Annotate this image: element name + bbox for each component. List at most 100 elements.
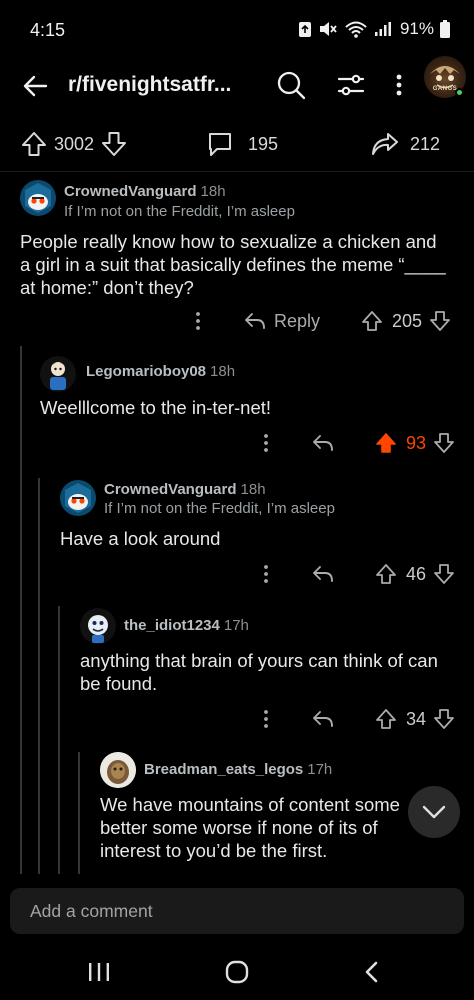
comment-count: 195 xyxy=(248,133,279,154)
system-navigation-bar xyxy=(0,944,474,1000)
wifi-icon xyxy=(344,20,368,38)
comment-line: Have a look around xyxy=(60,528,221,549)
upvote-icon[interactable] xyxy=(374,562,398,586)
username-text[interactable]: Breadman_eats_legos xyxy=(144,761,303,778)
battery-percent: 91% xyxy=(399,19,434,38)
comment-body: Have a look around xyxy=(60,527,460,550)
comment-age: 18h xyxy=(200,183,226,200)
recent-apps-button[interactable] xyxy=(84,960,114,984)
post-score: 3002 xyxy=(54,133,95,154)
reply-icon[interactable] xyxy=(312,564,334,584)
downvote-icon[interactable] xyxy=(100,130,128,158)
comment-body: Weelllcome to the in-ter-net! xyxy=(40,396,460,419)
back-button[interactable] xyxy=(18,68,54,104)
comment-line: People really know how to sexualize a ch… xyxy=(20,231,437,252)
comment-body: We have mountains of content some better… xyxy=(100,793,430,862)
more-vertical-icon[interactable] xyxy=(254,561,278,587)
upvote-icon-active[interactable] xyxy=(374,431,398,455)
back-nav-button[interactable] xyxy=(360,958,384,986)
upvote-icon[interactable] xyxy=(20,130,48,158)
comment-line: Weelllcome to the in-ter-net! xyxy=(40,397,272,418)
comment-username[interactable]: CrownedVanguard 18h xyxy=(64,183,226,200)
comment-line: interest to you’d be the first. xyxy=(100,840,328,861)
reply-icon[interactable] xyxy=(312,433,334,453)
comment-actions: 93 xyxy=(254,430,456,456)
avatar[interactable] xyxy=(40,356,76,392)
avatar[interactable] xyxy=(80,608,116,644)
comment-line: We have mountains of content some xyxy=(100,794,400,815)
reply-button[interactable]: Reply xyxy=(244,311,320,332)
comment-line: at home:” don’t they? xyxy=(20,277,194,298)
thread-line[interactable] xyxy=(58,606,60,886)
username-text[interactable]: Legomarioboy08 xyxy=(86,363,206,380)
status-time: 4:15 xyxy=(30,20,66,40)
downvote-icon[interactable] xyxy=(432,562,456,586)
reply-icon xyxy=(245,313,265,329)
more-vertical-icon[interactable] xyxy=(186,308,210,334)
comment-score: 34 xyxy=(406,708,427,729)
comment-line: a girl in a suit that basically defines … xyxy=(20,254,446,275)
thread-line[interactable] xyxy=(20,346,22,886)
comment-username[interactable]: Legomarioboy08 18h xyxy=(86,363,235,380)
username-text[interactable]: CrownedVanguard xyxy=(64,183,197,200)
arrow-left-icon xyxy=(23,75,48,97)
user-flair: If I’m not on the Freddit, I’m asleep xyxy=(64,203,295,220)
status-icons: 91% xyxy=(298,19,450,39)
share-button[interactable]: 212 xyxy=(370,130,440,158)
comment-actions: 34 xyxy=(254,706,456,732)
mute-icon xyxy=(318,20,338,38)
sort-filter-button[interactable] xyxy=(334,68,368,102)
comment-line: anything that brain of yours can think o… xyxy=(80,650,438,671)
reply-label: Reply xyxy=(274,310,321,331)
comment-actions: 46 xyxy=(254,561,456,587)
scroll-down-button[interactable] xyxy=(408,786,460,838)
signal-icon xyxy=(374,21,392,37)
battery-icon xyxy=(440,20,450,38)
comment-body: anything that brain of yours can think o… xyxy=(80,649,465,695)
avatar[interactable] xyxy=(20,180,56,216)
search-icon xyxy=(277,71,306,100)
thread-line[interactable] xyxy=(78,752,80,886)
comment-username[interactable]: CrownedVanguard 18h xyxy=(104,481,266,498)
reply-icon[interactable] xyxy=(312,709,334,729)
more-vertical-icon[interactable] xyxy=(254,430,278,456)
avatar[interactable] xyxy=(100,752,136,788)
comment-line: better some worse if none of its of xyxy=(100,817,378,838)
username-text[interactable]: CrownedVanguard xyxy=(104,481,237,498)
downvote-icon[interactable] xyxy=(432,707,456,731)
more-vertical-icon xyxy=(396,74,402,96)
upvote-icon[interactable] xyxy=(360,309,384,333)
avatar[interactable] xyxy=(60,480,96,516)
username-text[interactable]: the_idiot1234 xyxy=(124,617,220,634)
online-status-dot xyxy=(455,88,464,97)
comment-bubble-icon xyxy=(209,133,231,156)
more-vertical-icon[interactable] xyxy=(254,706,278,732)
comment-username[interactable]: the_idiot1234 17h xyxy=(124,617,249,634)
post-vote-group: 3002 xyxy=(20,130,128,158)
user-flair: If I’m not on the Freddit, I’m asleep xyxy=(104,500,335,517)
thread-line[interactable] xyxy=(38,478,40,886)
search-button[interactable] xyxy=(274,68,308,102)
comment-age: 17h xyxy=(307,761,333,778)
upvote-icon[interactable] xyxy=(374,707,398,731)
comment-age: 18h xyxy=(240,481,266,498)
subreddit-title[interactable]: r/fivenightsatfr... xyxy=(68,73,231,97)
comment-age: 18h xyxy=(210,363,236,380)
add-comment-placeholder: Add a comment xyxy=(30,901,153,921)
comments-button[interactable]: 195 xyxy=(206,130,278,158)
comment-age: 17h xyxy=(223,617,249,634)
comment-username[interactable]: Breadman_eats_legos 17h xyxy=(144,761,332,778)
sliders-icon xyxy=(337,74,365,96)
share-count: 212 xyxy=(410,133,441,154)
downvote-icon[interactable] xyxy=(428,309,452,333)
overflow-menu-button[interactable] xyxy=(384,68,414,102)
add-comment-input[interactable]: Add a comment xyxy=(10,888,464,934)
comment-score: 205 xyxy=(392,310,423,331)
comment-line: be found. xyxy=(80,673,158,694)
post-action-bar: 3002 195 212 xyxy=(0,116,474,172)
comment-score: 46 xyxy=(406,563,427,584)
home-button[interactable] xyxy=(223,958,251,986)
recycle-notification-icon xyxy=(298,20,312,38)
top-app-bar: r/fivenightsatfr... GANGS xyxy=(0,56,474,116)
downvote-icon[interactable] xyxy=(432,431,456,455)
